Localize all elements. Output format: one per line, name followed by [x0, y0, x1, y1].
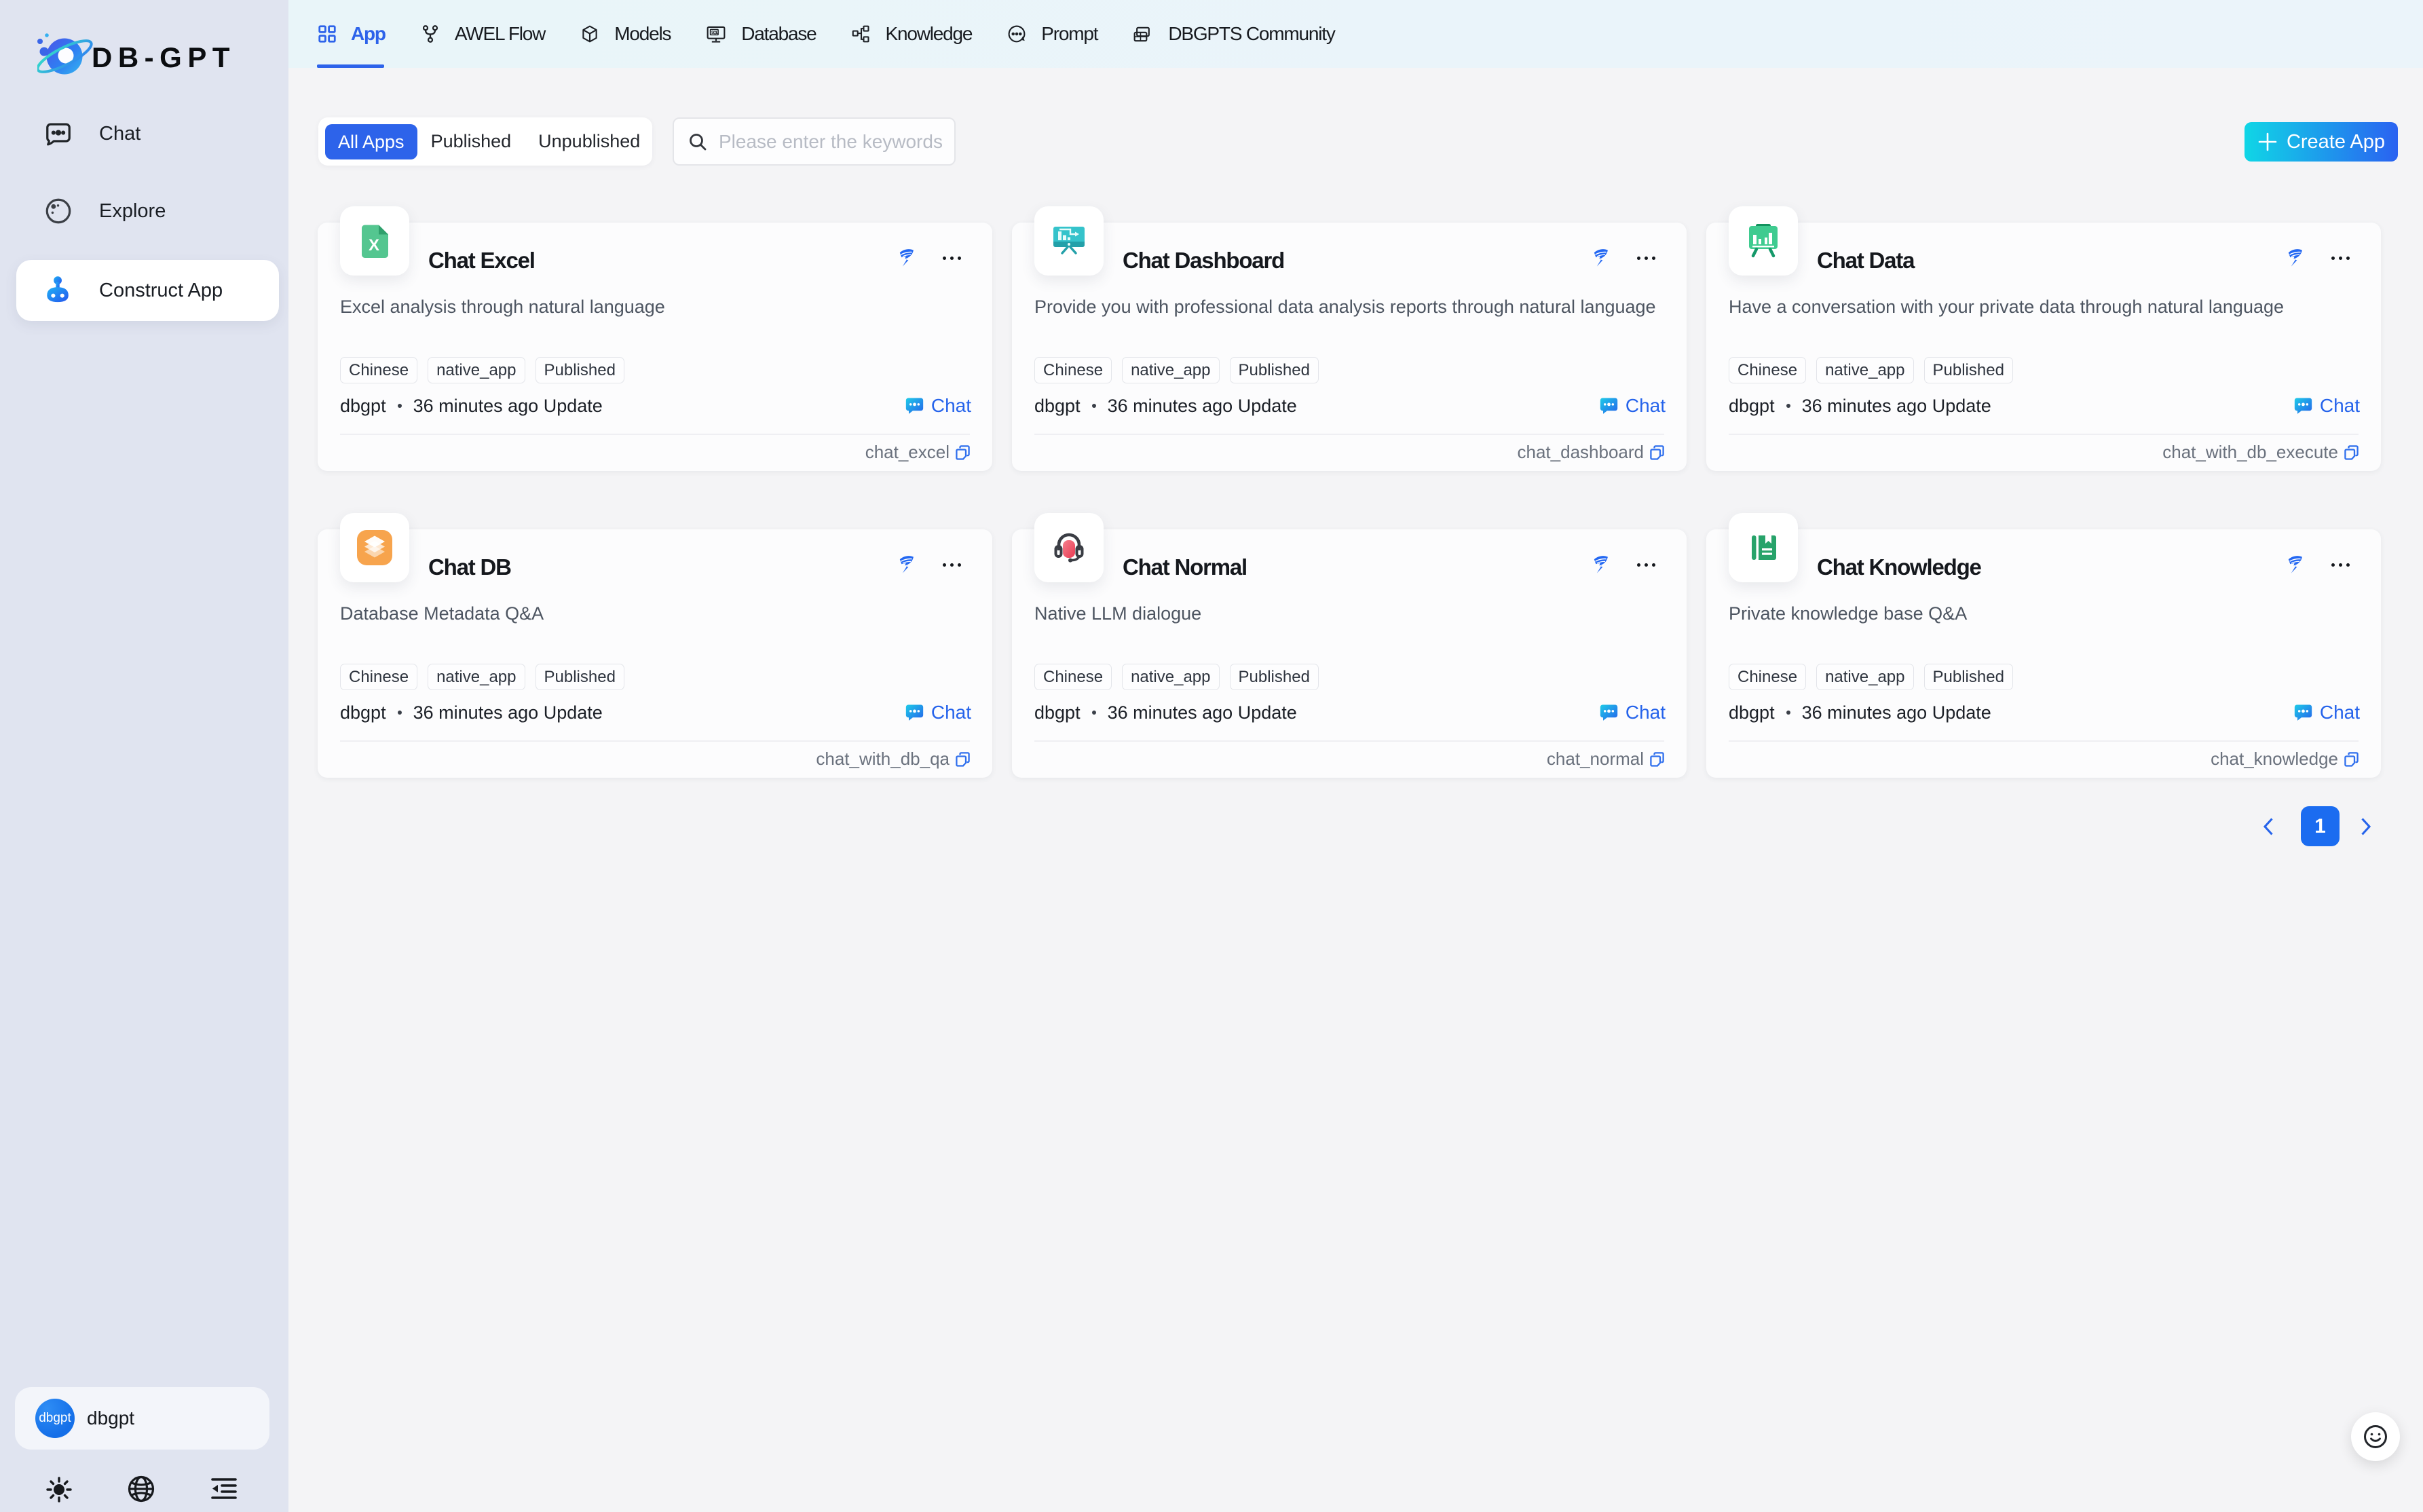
svg-text:DB-GPT: DB-GPT: [92, 41, 236, 73]
svg-text:X: X: [369, 236, 379, 254]
svg-text:SQL: SQL: [711, 31, 719, 35]
